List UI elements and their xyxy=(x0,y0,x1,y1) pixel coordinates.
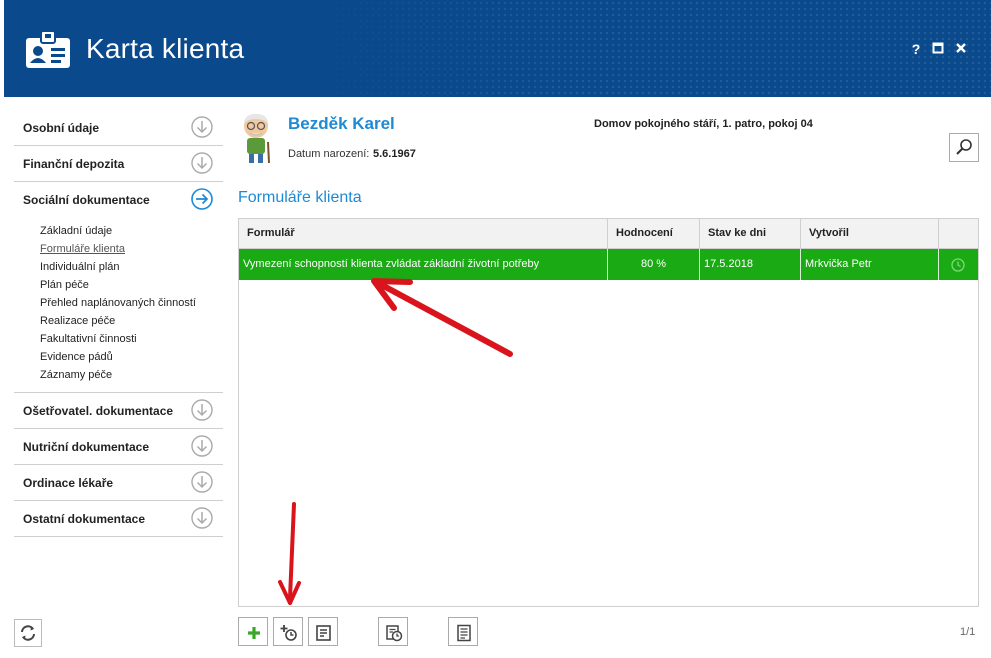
sidebar: Osobní údaje Finanční depozita Sociální … xyxy=(14,110,223,537)
chevron-down-circle-icon xyxy=(191,507,213,529)
sidebar-item-osetrovatel-dokumentace[interactable]: Ošetřovatel. dokumentace xyxy=(14,393,223,429)
sidebar-item-financni-depozita[interactable]: Finanční depozita xyxy=(14,146,223,182)
edit-form-button[interactable] xyxy=(308,617,338,646)
search-button[interactable] xyxy=(949,133,979,162)
add-scheduled-form-button[interactable] xyxy=(273,617,303,646)
plus-icon xyxy=(248,627,260,639)
sidebar-item-socialni-dokumentace[interactable]: Sociální dokumentace xyxy=(14,182,223,218)
sub-item-individualni-plan[interactable]: Individuální plán xyxy=(40,258,223,276)
sub-item-prehled-cinnosti[interactable]: Přehled naplánovaných činností xyxy=(40,294,223,312)
chevron-down-circle-icon xyxy=(191,471,213,493)
sidebar-item-ostatni-dokumentace[interactable]: Ostatní dokumentace xyxy=(14,501,223,537)
sidebar-item-ordinace-lekare[interactable]: Ordinace lékaře xyxy=(14,465,223,501)
chevron-down-circle-icon xyxy=(191,152,213,174)
sidebar-item-label: Osobní údaje xyxy=(23,121,100,135)
cell-author: Mrkvička Petr xyxy=(801,249,939,280)
sidebar-item-label: Ošetřovatel. dokumentace xyxy=(23,404,174,418)
column-header-rating[interactable]: Hodnocení xyxy=(608,219,700,249)
sidebar-item-label: Finanční depozita xyxy=(23,157,125,171)
sub-item-plan-pece[interactable]: Plán péče xyxy=(40,276,223,294)
sub-item-zakladni-udaje[interactable]: Základní údaje xyxy=(40,222,223,240)
cell-rating: 80 % xyxy=(608,249,700,280)
sub-item-formulare-klienta[interactable]: Formuláře klienta xyxy=(40,240,223,258)
sidebar-item-nutricni-dokumentace[interactable]: Nutriční dokumentace xyxy=(14,429,223,465)
close-button[interactable] xyxy=(952,40,970,58)
chevron-down-circle-icon xyxy=(191,116,213,138)
table-header: Formulář Hodnocení Stav ke dni Vytvořil xyxy=(239,219,978,249)
column-header-author[interactable]: Vytvořil xyxy=(801,219,939,249)
sidebar-item-label: Nutriční dokumentace xyxy=(23,440,150,454)
sub-item-zaznamy-pece[interactable]: Záznamy péče xyxy=(40,366,223,384)
client-location: Domov pokojného stáří, 1. patro, pokoj 0… xyxy=(594,118,813,130)
close-icon xyxy=(956,43,966,53)
form-history-icon xyxy=(386,625,403,642)
add-clock-icon xyxy=(280,625,297,641)
column-header-actions xyxy=(939,219,978,249)
title-bar: Karta klienta ? xyxy=(4,0,991,97)
sidebar-item-label: Ordinace lékaře xyxy=(23,476,114,490)
id-card-icon xyxy=(26,30,70,68)
maximize-button[interactable] xyxy=(929,40,947,58)
document-button[interactable] xyxy=(448,617,478,646)
sidebar-item-label: Ostatní dokumentace xyxy=(23,512,146,526)
sidebar-item-osobni-udaje[interactable]: Osobní údaje xyxy=(14,110,223,146)
table-row[interactable]: Vymezení schopností klienta zvládat zákl… xyxy=(239,249,978,280)
chevron-down-circle-icon xyxy=(191,435,213,457)
cell-form: Vymezení schopností klienta zvládat zákl… xyxy=(239,249,608,280)
add-form-button[interactable] xyxy=(238,617,268,646)
clock-icon[interactable] xyxy=(950,257,966,273)
refresh-button[interactable] xyxy=(14,619,42,647)
column-header-form[interactable]: Formulář xyxy=(239,219,608,249)
chevron-down-circle-icon xyxy=(191,399,213,421)
form-history-button[interactable] xyxy=(378,617,408,646)
client-name: Bezděk Karel xyxy=(288,114,395,133)
sidebar-item-label: Sociální dokumentace xyxy=(23,193,150,207)
sidebar-sub-list: Základní údaje Formuláře klienta Individ… xyxy=(14,218,223,393)
section-title: Formuláře klienta xyxy=(238,189,362,206)
dob-value: 5.6.1967 xyxy=(373,148,416,160)
forms-table: Formulář Hodnocení Stav ke dni Vytvořil … xyxy=(238,218,979,607)
document-icon xyxy=(457,624,471,642)
refresh-icon xyxy=(21,625,35,641)
window-title: Karta klienta xyxy=(86,33,245,64)
cell-date: 17.5.2018 xyxy=(700,249,801,280)
sub-item-evidence-padu[interactable]: Evidence pádů xyxy=(40,348,223,366)
maximize-icon xyxy=(932,42,944,54)
search-icon xyxy=(956,139,972,155)
arrow-right-circle-icon xyxy=(191,188,213,210)
pager: 1/1 xyxy=(960,626,976,638)
edit-form-icon xyxy=(316,625,331,641)
sub-item-fakultativni-cinnosti[interactable]: Fakultativní činnosti xyxy=(40,330,223,348)
client-avatar xyxy=(244,114,270,164)
dob-label: Datum narození: xyxy=(288,148,370,160)
column-header-date[interactable]: Stav ke dni xyxy=(700,219,801,249)
sub-item-realizace-pece[interactable]: Realizace péče xyxy=(40,312,223,330)
help-button[interactable]: ? xyxy=(907,40,925,58)
